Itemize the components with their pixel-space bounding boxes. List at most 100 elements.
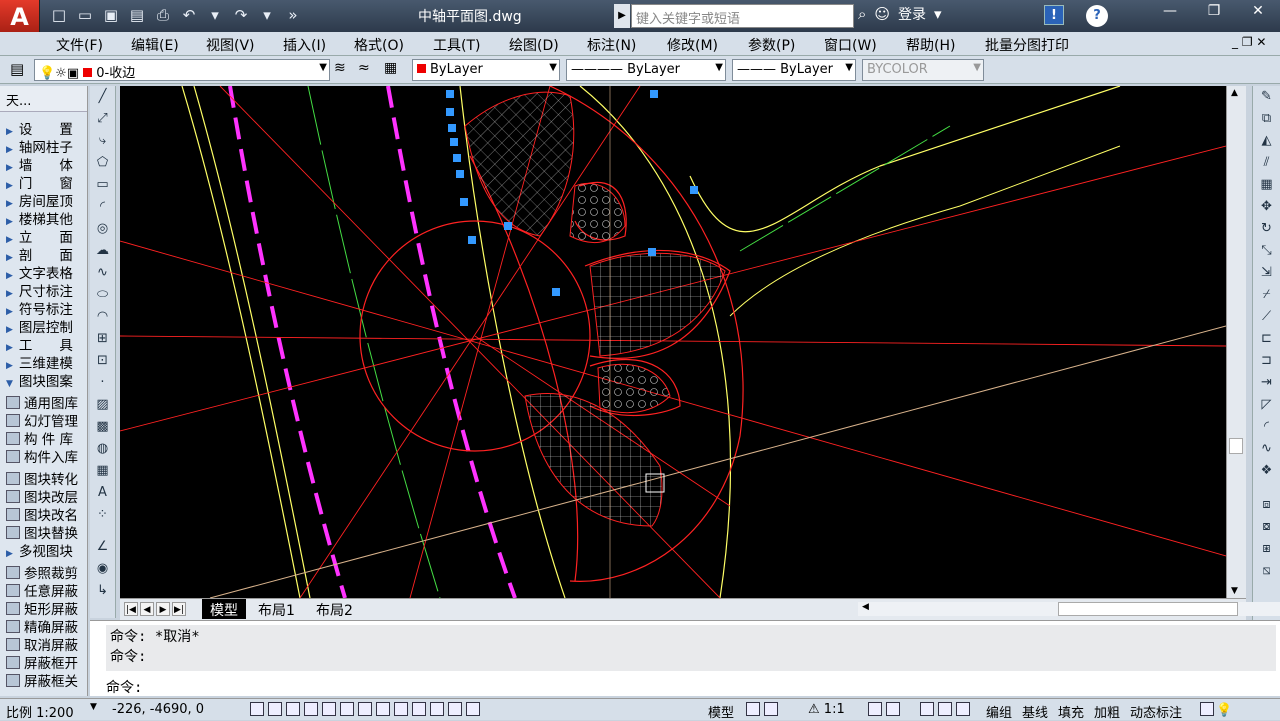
login-dropdown-icon[interactable]: ▾	[934, 5, 942, 23]
tab-layout1[interactable]: 布局1	[250, 599, 303, 619]
panel-item-dimension[interactable]: ▶ 尺寸标注	[0, 280, 87, 300]
panel-item-door[interactable]: ▶ 门 窗	[0, 172, 87, 192]
command-input[interactable]: 命令:	[106, 677, 142, 697]
panel-item-wall[interactable]: ▶ 墙 体	[0, 154, 87, 174]
search-input[interactable]: 键入关键字或短语	[631, 4, 854, 28]
point-icon[interactable]: ·	[90, 372, 115, 394]
status-dynamic-dim[interactable]: 动态标注	[1130, 702, 1182, 721]
panel-tool-precise-mask[interactable]: 精确屏蔽	[0, 616, 87, 636]
panel-item-settings[interactable]: ▶ 设 置	[0, 118, 87, 138]
dyn-icon[interactable]	[394, 702, 408, 716]
polygon-icon[interactable]: ⬠	[90, 152, 115, 174]
binoculars-icon[interactable]: ⌕	[858, 5, 866, 23]
draworder-front-icon[interactable]: ⧈	[1253, 494, 1280, 516]
menu-window[interactable]: 窗口(W)	[824, 35, 877, 55]
mtext-icon[interactable]: A	[90, 482, 115, 504]
join-icon[interactable]: ⇥	[1253, 372, 1280, 394]
new-file-icon[interactable]: □	[48, 4, 70, 26]
add-selected-icon[interactable]: ⁘	[90, 504, 115, 526]
vertical-scrollbar[interactable]: ▲ ▼	[1226, 86, 1246, 598]
draworder-back-icon[interactable]: ⧇	[1253, 516, 1280, 538]
3d-osnap-icon[interactable]	[340, 702, 354, 716]
panel-tool-import[interactable]: 构件入库	[0, 446, 87, 466]
panel-item-section[interactable]: ▶ 剖 面	[0, 244, 87, 264]
menu-modify[interactable]: 修改(M)	[667, 35, 718, 55]
insert-block-icon[interactable]: ⊞	[90, 328, 115, 350]
scroll-up-icon[interactable]: ▲	[1231, 88, 1238, 98]
model-space-toggle[interactable]: 模型	[708, 702, 734, 721]
panel-item-text[interactable]: ▶ 文字表格	[0, 262, 87, 282]
polar-icon[interactable]	[304, 702, 318, 716]
make-current-layer-icon[interactable]: ≋	[334, 60, 346, 76]
panel-item-stairs[interactable]: ▶ 楼梯其他	[0, 208, 87, 228]
make-block-icon[interactable]: ⊡	[90, 350, 115, 372]
lineweight-select[interactable]: ——— ByLayer ▼	[732, 59, 856, 81]
save-as-icon[interactable]: ▤	[126, 4, 148, 26]
menu-dimension[interactable]: 标注(N)	[587, 35, 636, 55]
help-icon[interactable]: ?	[1086, 5, 1108, 27]
menu-parameters[interactable]: 参数(P)	[748, 35, 795, 55]
explode-icon[interactable]: ❖	[1253, 460, 1280, 482]
draworder-above-icon[interactable]: ⧆	[1253, 538, 1280, 560]
last-tab-icon[interactable]: ▶|	[172, 602, 186, 616]
save-icon[interactable]: ▣	[100, 4, 122, 26]
spline-icon[interactable]: ∿	[90, 262, 115, 284]
plotstyle-select[interactable]: BYCOLOR ▼	[862, 59, 984, 81]
array-icon[interactable]: ▦	[1253, 174, 1280, 196]
undo-dropdown-icon[interactable]: ▾	[204, 4, 226, 26]
prev-tab-icon[interactable]: ◀	[140, 602, 154, 616]
panel-tool-slides[interactable]: 幻灯管理	[0, 410, 87, 430]
workspace-icon[interactable]	[920, 702, 934, 716]
panel-tool-rect-mask[interactable]: 矩形屏蔽	[0, 598, 87, 618]
selection-cycle-icon[interactable]	[466, 702, 480, 716]
quick-props-icon[interactable]	[448, 702, 462, 716]
panel-tool-unmask[interactable]: 取消屏蔽	[0, 634, 87, 654]
panel-item-3d[interactable]: ▶ 三维建模	[0, 352, 87, 372]
panel-tool-block-layer[interactable]: 图块改层	[0, 486, 87, 506]
anno-visibility-icon[interactable]	[868, 702, 882, 716]
color-select[interactable]: ByLayer ▼	[412, 59, 560, 81]
grid-icon[interactable]	[268, 702, 282, 716]
menu-view[interactable]: 视图(V)	[206, 35, 255, 55]
annotation-scale[interactable]: ⚠ 1:1	[808, 702, 845, 717]
panel-item-blocks[interactable]: ▼ 图块图案	[0, 370, 87, 390]
blend-icon[interactable]: ∿	[1253, 438, 1280, 460]
mirror-icon[interactable]: ◭	[1253, 130, 1280, 152]
break-icon[interactable]: ⊐	[1253, 350, 1280, 372]
ellipse-arc-icon[interactable]: ◠	[90, 306, 115, 328]
panel-tool-block-replace[interactable]: 图块替换	[0, 522, 87, 542]
ortho-icon[interactable]	[286, 702, 300, 716]
panel-tool-multiview[interactable]: ▶ 多视图块	[0, 540, 87, 560]
undo-icon[interactable]: ↶	[178, 4, 200, 26]
application-menu-button[interactable]: A	[0, 0, 40, 36]
drawing-canvas[interactable]	[120, 86, 1226, 598]
panel-item-elevation[interactable]: ▶ 立 面	[0, 226, 87, 246]
region-icon[interactable]: ◍	[90, 438, 115, 460]
menu-draw[interactable]: 绘图(D)	[509, 35, 559, 55]
snap-icon[interactable]	[250, 702, 264, 716]
panel-item-room[interactable]: ▶ 房间屋顶	[0, 190, 87, 210]
layer-previous-icon[interactable]: ≈	[358, 60, 370, 76]
status-group[interactable]: 编组	[986, 702, 1012, 721]
ellipse-icon[interactable]: ⬭	[90, 284, 115, 306]
close-button[interactable]: ✕	[1236, 0, 1280, 24]
first-tab-icon[interactable]: |◀	[124, 602, 138, 616]
layer-select[interactable]: 💡☼▣ 0-收边 ▼	[34, 59, 330, 81]
revcloud-icon[interactable]: ☁	[90, 240, 115, 262]
chamfer-icon[interactable]: ◸	[1253, 394, 1280, 416]
table-icon[interactable]: ▦	[90, 460, 115, 482]
panel-item-grid[interactable]: ▶ 轴网柱子	[0, 136, 87, 156]
mdi-minimize-icon[interactable]: _ ❐ ✕	[1232, 35, 1266, 49]
scale-dropdown-icon[interactable]: ▼	[90, 702, 97, 712]
menu-edit[interactable]: 编辑(E)	[131, 35, 179, 55]
exchange-icon[interactable]: !	[1044, 5, 1064, 25]
print-icon[interactable]: ⎙	[152, 4, 174, 26]
panel-tool-library[interactable]: 通用图库	[0, 392, 87, 412]
scroll-thumb[interactable]	[1058, 602, 1238, 616]
search-expand-icon[interactable]: ▶	[614, 4, 630, 28]
clean-screen-icon[interactable]	[1200, 702, 1214, 716]
menu-file[interactable]: 文件(F)	[56, 35, 103, 55]
viewport-icon[interactable]	[764, 702, 778, 716]
hardware-accel-icon[interactable]	[956, 702, 970, 716]
panel-title[interactable]: 天...	[0, 86, 87, 112]
